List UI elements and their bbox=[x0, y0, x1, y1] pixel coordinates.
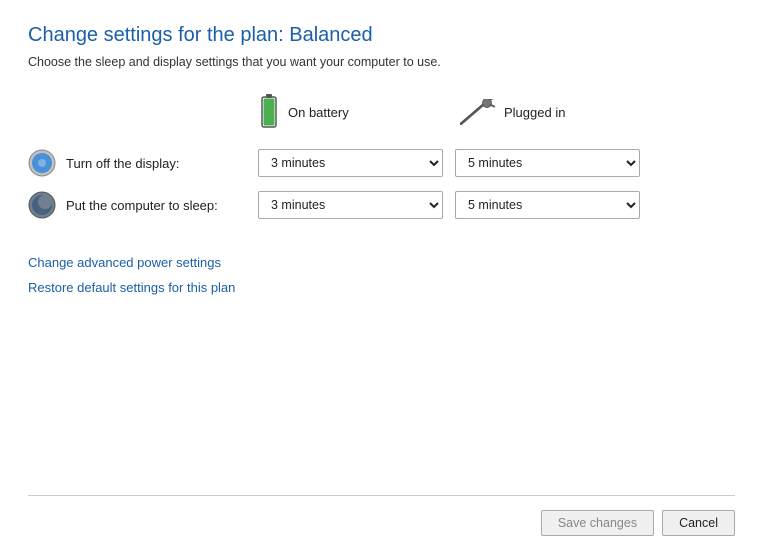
settings-area: On battery Plugged in bbox=[28, 93, 735, 467]
battery-label: On battery bbox=[288, 105, 349, 120]
sleep-row: Put the computer to sleep: 1 minute 2 mi… bbox=[28, 191, 735, 219]
sleep-dropdowns: 1 minute 2 minutes 3 minutes 5 minutes 1… bbox=[258, 191, 640, 219]
plugged-label: Plugged in bbox=[504, 105, 565, 120]
sleep-label: Put the computer to sleep: bbox=[66, 198, 218, 213]
battery-icon bbox=[258, 93, 280, 131]
display-dropdowns: 1 minute 2 minutes 3 minutes 5 minutes 1… bbox=[258, 149, 640, 177]
display-label: Turn off the display: bbox=[66, 156, 179, 171]
sleep-battery-select[interactable]: 1 minute 2 minutes 3 minutes 5 minutes 1… bbox=[258, 191, 443, 219]
display-row: Turn off the display: 1 minute 2 minutes… bbox=[28, 149, 735, 177]
battery-column-header: On battery bbox=[258, 93, 448, 131]
save-changes-button[interactable]: Save changes bbox=[541, 510, 654, 536]
links-area: Change advanced power settings Restore d… bbox=[28, 255, 735, 295]
plugged-column-header: Plugged in bbox=[460, 99, 650, 125]
cancel-button[interactable]: Cancel bbox=[662, 510, 735, 536]
page-title: Change settings for the plan: Balanced bbox=[28, 24, 735, 47]
display-label-area: Turn off the display: bbox=[28, 149, 258, 177]
subtitle: Choose the sleep and display settings th… bbox=[28, 55, 735, 69]
sleep-label-area: Put the computer to sleep: bbox=[28, 191, 258, 219]
display-plugged-select[interactable]: 1 minute 2 minutes 3 minutes 5 minutes 1… bbox=[455, 149, 640, 177]
main-container: Change settings for the plan: Balanced C… bbox=[0, 0, 763, 552]
advanced-power-settings-link[interactable]: Change advanced power settings bbox=[28, 255, 735, 270]
footer-area: Save changes Cancel bbox=[28, 496, 735, 552]
restore-defaults-link[interactable]: Restore default settings for this plan bbox=[28, 280, 735, 295]
display-battery-select[interactable]: 1 minute 2 minutes 3 minutes 5 minutes 1… bbox=[258, 149, 443, 177]
monitor-icon bbox=[28, 149, 56, 177]
sleep-plugged-select[interactable]: 1 minute 2 minutes 3 minutes 5 minutes 1… bbox=[455, 191, 640, 219]
plug-icon bbox=[460, 99, 496, 125]
sleep-icon bbox=[28, 191, 56, 219]
column-headers: On battery Plugged in bbox=[258, 93, 735, 131]
